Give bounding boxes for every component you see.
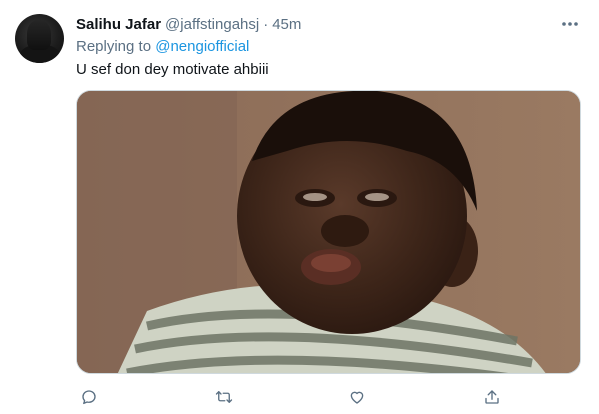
- tweet[interactable]: Salihu Jafar @jaffstingahsj · 45m Replyi…: [0, 0, 599, 414]
- separator-dot: ·: [263, 15, 269, 33]
- retweet-icon[interactable]: [212, 385, 236, 409]
- avatar-figure: [27, 20, 51, 50]
- replying-mention-link[interactable]: @nengiofficial: [155, 38, 249, 55]
- tweet-time[interactable]: 45m: [272, 16, 301, 33]
- author-name[interactable]: Salihu Jafar: [76, 16, 161, 33]
- replying-to: Replying to @nengiofficial: [76, 38, 249, 55]
- media-illustration: [77, 91, 580, 373]
- author-handle[interactable]: @jaffstingahsj: [165, 16, 259, 33]
- tweet-actions: [0, 385, 599, 411]
- replying-prefix: Replying to: [76, 38, 152, 55]
- tweet-text: U sef don dey motivate ahbiii: [76, 61, 269, 78]
- reply-icon[interactable]: [77, 385, 101, 409]
- avatar[interactable]: [15, 14, 64, 63]
- share-icon[interactable]: [480, 385, 504, 409]
- more-icon[interactable]: [559, 14, 581, 34]
- tweet-media-image[interactable]: [76, 90, 581, 374]
- tweet-header: Salihu Jafar @jaffstingahsj · 45m: [76, 14, 301, 34]
- like-icon[interactable]: [345, 385, 369, 409]
